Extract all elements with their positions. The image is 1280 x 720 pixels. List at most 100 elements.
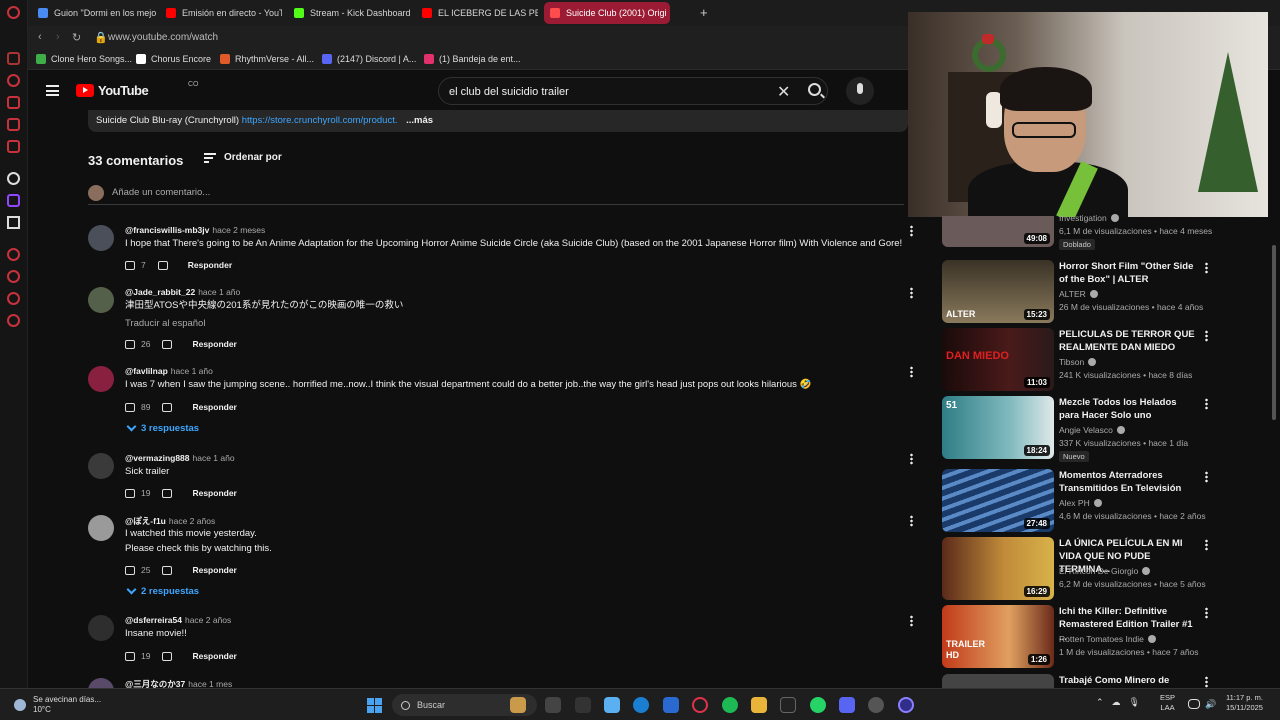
cloud-icon[interactable]: ☁ bbox=[1112, 697, 1121, 708]
more-options-icon[interactable] bbox=[910, 515, 913, 527]
sidebar-app-icon[interactable] bbox=[7, 118, 20, 131]
dislike-icon[interactable] bbox=[157, 260, 168, 270]
chevron-up-icon[interactable]: ⌃ bbox=[1096, 697, 1104, 708]
comment-author[interactable]: @ぽえ-f1u bbox=[125, 516, 166, 526]
video-channel[interactable]: ALTER bbox=[1059, 289, 1098, 299]
video-thumbnail[interactable]: TRAILER HD 1:26 bbox=[942, 605, 1054, 668]
sort-button[interactable]: Ordenar por bbox=[204, 152, 282, 163]
show-more-button[interactable]: ...más bbox=[406, 115, 433, 126]
more-options-icon[interactable] bbox=[1205, 607, 1208, 619]
like-icon[interactable] bbox=[125, 402, 135, 412]
video-thumbnail[interactable]: 16:29 bbox=[942, 537, 1054, 600]
video-thumbnail[interactable]: 49:08 bbox=[942, 216, 1054, 247]
related-video[interactable]: 27:48 Momentos Aterradores Transmitidos … bbox=[942, 469, 1272, 533]
comment-time[interactable]: hace 1 año bbox=[193, 453, 235, 463]
like-icon[interactable] bbox=[125, 339, 135, 349]
more-options-icon[interactable] bbox=[910, 615, 913, 627]
show-replies-button[interactable]: 2 respuestas bbox=[126, 584, 199, 597]
reply-button[interactable]: Responder bbox=[192, 565, 236, 575]
description-link[interactable]: https://store.crunchyroll.com/product. bbox=[242, 115, 398, 126]
video-channel[interactable]: Angie Velasco bbox=[1059, 425, 1125, 435]
reply-button[interactable]: Responder bbox=[192, 488, 236, 498]
video-channel[interactable]: Rotten Tomatoes Indie bbox=[1059, 634, 1156, 644]
like-icon[interactable] bbox=[125, 260, 135, 270]
forward-icon[interactable]: › bbox=[56, 31, 60, 43]
more-options-icon[interactable] bbox=[1205, 398, 1208, 410]
avatar[interactable] bbox=[88, 225, 114, 251]
video-channel[interactable]: Alex PH bbox=[1059, 498, 1102, 508]
video-title[interactable]: Momentos Aterradores Transmitidos En Tel… bbox=[1059, 469, 1199, 495]
related-video[interactable]: 51 18:24 Mezcle Todos los Helados para Ha… bbox=[942, 396, 1272, 462]
sidebar-app-icon[interactable] bbox=[7, 140, 20, 153]
epic-games-icon[interactable] bbox=[780, 697, 796, 713]
related-video[interactable]: Trabajé Como Minero de bbox=[942, 674, 1272, 688]
tab[interactable]: Emisión en directo - YouT bbox=[160, 2, 282, 24]
opera-icon[interactable] bbox=[7, 6, 20, 19]
add-comment[interactable]: Añade un comentario... bbox=[88, 185, 904, 205]
related-video[interactable]: ALTER 15:23 Horror Short Film "Other Side… bbox=[942, 260, 1272, 324]
video-thumbnail[interactable]: 27:48 bbox=[942, 469, 1054, 532]
related-video[interactable]: 16:29 LA ÚNICA PELÍCULA EN MI VIDA QUE N… bbox=[942, 537, 1272, 601]
reply-button[interactable]: Responder bbox=[192, 651, 236, 661]
widgets-icon[interactable] bbox=[510, 697, 526, 713]
comment-author[interactable]: @vermazing888 bbox=[125, 453, 190, 463]
like-icon[interactable] bbox=[125, 651, 135, 661]
copilot-icon[interactable] bbox=[604, 697, 620, 713]
comment-time[interactable]: hace 2 meses bbox=[212, 225, 265, 235]
edge-icon[interactable] bbox=[633, 697, 649, 713]
clear-search-icon[interactable]: ✕ bbox=[777, 82, 790, 102]
microphone-icon[interactable] bbox=[846, 77, 874, 105]
video-title[interactable]: Trabajé Como Minero de bbox=[1059, 674, 1199, 687]
obs-icon[interactable] bbox=[898, 697, 914, 713]
search-box[interactable]: el club del suicidio trailer ✕ bbox=[438, 77, 828, 105]
avatar[interactable] bbox=[88, 366, 114, 392]
spotify-icon[interactable] bbox=[722, 697, 738, 713]
like-icon[interactable] bbox=[125, 488, 135, 498]
more-options-icon[interactable] bbox=[910, 225, 913, 237]
clock[interactable]: 11:17 p. m. 15/11/2025 bbox=[1226, 693, 1263, 713]
more-options-icon[interactable] bbox=[1205, 330, 1208, 342]
reload-icon[interactable]: ↻ bbox=[72, 31, 81, 44]
like-icon[interactable] bbox=[125, 565, 135, 575]
store-icon[interactable] bbox=[663, 697, 679, 713]
avatar[interactable] bbox=[88, 615, 114, 641]
tab[interactable]: EL ICEBERG DE LAS PELI bbox=[416, 2, 538, 24]
back-icon[interactable]: ‹ bbox=[38, 31, 42, 43]
tab-active[interactable]: Suicide Club (2001) Origi bbox=[544, 2, 670, 24]
sidebar-app-icon[interactable] bbox=[7, 172, 20, 185]
whatsapp-icon[interactable] bbox=[810, 697, 826, 713]
video-channel[interactable]: Investigation bbox=[1059, 213, 1119, 223]
settings-icon[interactable] bbox=[7, 314, 20, 327]
reply-button[interactable]: Responder bbox=[188, 260, 232, 270]
bookmark[interactable]: RhythmVerse - All... bbox=[220, 54, 314, 64]
bookmark[interactable]: Chorus Encore bbox=[136, 54, 211, 64]
task-view-icon[interactable] bbox=[545, 697, 561, 713]
sidebar-app-icon[interactable] bbox=[7, 270, 20, 283]
comment-time[interactable]: hace 1 año bbox=[198, 287, 240, 297]
video-channel[interactable]: El Rincón De Giorgio bbox=[1059, 566, 1151, 576]
bookmark[interactable]: (2147) Discord | A... bbox=[322, 54, 416, 64]
sidebar-app-icon[interactable] bbox=[7, 74, 20, 87]
add-comment-input[interactable]: Añade un comentario... bbox=[112, 187, 210, 198]
comment-author[interactable]: @franciswillis-mb3jv bbox=[125, 225, 209, 235]
comment-author[interactable]: @dsferreira54 bbox=[125, 615, 182, 625]
related-video[interactable]: DAN MIEDO 11:03 PELICULAS DE TERROR QUE R… bbox=[942, 328, 1272, 392]
comment-time[interactable]: hace 1 mes bbox=[188, 679, 232, 688]
more-options-icon[interactable] bbox=[910, 366, 913, 378]
weather-widget[interactable]: Se avecinan días... 10°C bbox=[14, 695, 101, 715]
twitch-icon[interactable] bbox=[7, 194, 20, 207]
sidebar-app-icon[interactable] bbox=[7, 52, 20, 65]
system-tray[interactable]: ⌃ ☁ 🎙 bbox=[1096, 697, 1140, 708]
show-replies-button[interactable]: 3 respuestas bbox=[126, 421, 199, 434]
dislike-icon[interactable] bbox=[162, 402, 173, 412]
video-title[interactable]: Horror Short Film "Other Side of the Box… bbox=[1059, 260, 1199, 286]
related-video[interactable]: 49:08 Investigation 6,1 M de visualizaci… bbox=[942, 213, 1272, 250]
video-title[interactable]: Mezcle Todos los Helados para Hacer Solo… bbox=[1059, 396, 1199, 422]
scrollbar[interactable] bbox=[1272, 245, 1276, 420]
avatar[interactable] bbox=[88, 453, 114, 479]
video-thumbnail[interactable]: ALTER 15:23 bbox=[942, 260, 1054, 323]
comment-time[interactable]: hace 2 años bbox=[169, 516, 215, 526]
avatar[interactable] bbox=[88, 287, 114, 313]
bookmark[interactable]: Clone Hero Songs... bbox=[36, 54, 132, 64]
sidebar-app-icon[interactable] bbox=[7, 248, 20, 261]
